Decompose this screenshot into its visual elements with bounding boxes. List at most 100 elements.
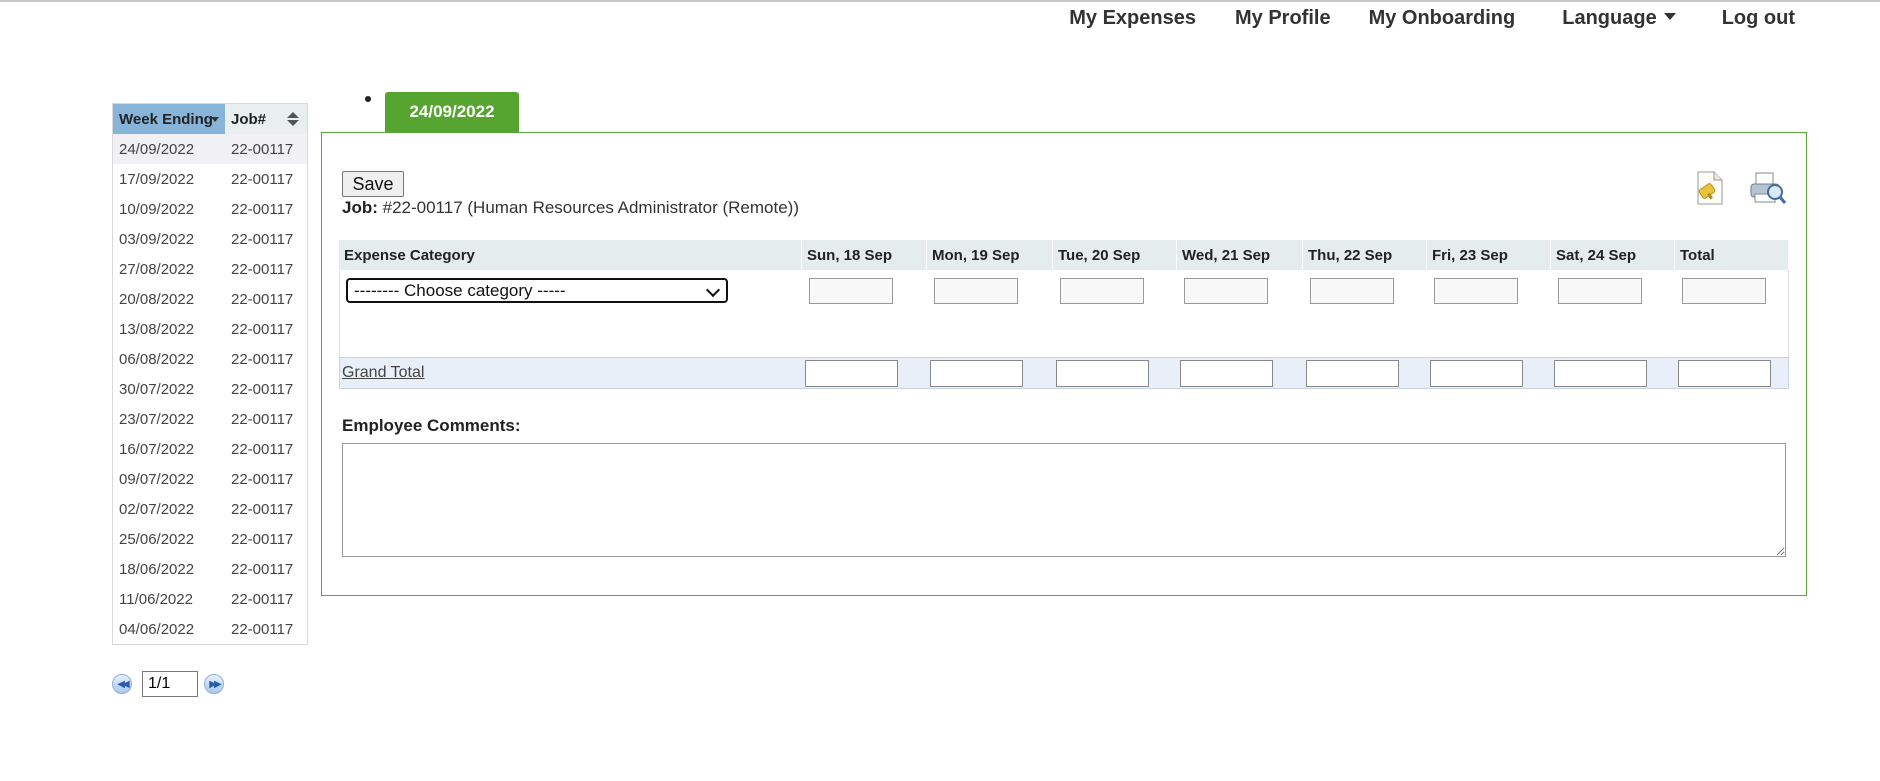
category-select[interactable]: -------- Choose category -----	[346, 278, 728, 303]
job-number-cell: 22-00117	[231, 200, 294, 218]
expense-grid-header: Expense Category Sun, 18 Sep Mon, 19 Sep Tu…	[339, 240, 1789, 270]
job-number-cell: 22-00117	[231, 410, 294, 428]
week-list-row[interactable]: 06/08/2022 22-00117	[113, 344, 307, 374]
fri-grand-total-input[interactable]	[1430, 360, 1523, 387]
week-list-row[interactable]: 17/09/2022 22-00117	[113, 164, 307, 194]
sat-amount-input[interactable]	[1558, 278, 1642, 304]
week-ending-cell: 10/09/2022	[119, 200, 195, 218]
sun-grand-total-input[interactable]	[805, 360, 898, 387]
sat-grand-total-input[interactable]	[1554, 360, 1647, 387]
expense-grid: Expense Category Sun, 18 Sep Mon, 19 Sep Tu…	[339, 240, 1789, 389]
week-ending-cell: 06/08/2022	[119, 350, 195, 368]
thu-grand-total-input[interactable]	[1306, 360, 1399, 387]
job-number-cell: 22-00117	[231, 350, 294, 368]
sort-both-icon	[287, 112, 299, 126]
job-number-cell: 22-00117	[231, 230, 294, 248]
nav-my-expenses[interactable]: My Expenses	[1069, 7, 1196, 30]
sort-desc-icon	[211, 117, 219, 122]
column-sun: Sun, 18 Sep	[802, 240, 927, 270]
week-list: Week Ending Job# 24/09/2022 22-00117 17/09…	[112, 103, 308, 645]
last-page-icon[interactable]: ▶▶	[204, 674, 224, 694]
week-list-row[interactable]: 11/06/2022 22-00117	[113, 584, 307, 614]
nav-my-onboarding[interactable]: My Onboarding	[1369, 7, 1516, 30]
column-job-number[interactable]: Job#	[225, 104, 307, 134]
job-number-cell: 22-00117	[231, 590, 294, 608]
week-list-row[interactable]: 30/07/2022 22-00117	[113, 374, 307, 404]
column-week-ending-label: Week Ending	[119, 110, 213, 128]
week-ending-cell: 04/06/2022	[119, 620, 195, 638]
week-list-row[interactable]: 04/06/2022 22-00117	[113, 614, 307, 644]
tab-bullet	[365, 96, 371, 102]
week-list-row[interactable]: 27/08/2022 22-00117	[113, 254, 307, 284]
week-ending-cell: 30/07/2022	[119, 380, 195, 398]
thu-amount-input[interactable]	[1310, 278, 1394, 304]
nav-my-profile[interactable]: My Profile	[1235, 7, 1331, 30]
job-number-cell: 22-00117	[231, 320, 294, 338]
column-sat: Sat, 24 Sep	[1551, 240, 1675, 270]
tue-amount-input[interactable]	[1060, 278, 1144, 304]
week-ending-cell: 24/09/2022	[119, 140, 195, 158]
top-rule	[0, 0, 1880, 2]
print-preview-icon[interactable]	[1749, 170, 1787, 206]
week-list-row[interactable]: 10/09/2022 22-00117	[113, 194, 307, 224]
page-input[interactable]	[142, 671, 198, 697]
job-number-cell: 22-00117	[231, 530, 294, 548]
week-list-row[interactable]: 20/08/2022 22-00117	[113, 284, 307, 314]
job-number-cell: 22-00117	[231, 290, 294, 308]
expense-note-icon[interactable]	[1694, 170, 1724, 206]
job-info: Job: #22-00117 (Human Resources Administ…	[342, 198, 799, 218]
top-nav: My Expenses My Profile My Onboarding Lan…	[1069, 7, 1795, 30]
week-list-row[interactable]: 13/08/2022 22-00117	[113, 314, 307, 344]
job-value: #22-00117 (Human Resources Administrator…	[382, 198, 799, 217]
week-ending-cell: 18/06/2022	[119, 560, 195, 578]
sun-amount-input[interactable]	[809, 278, 893, 304]
week-list-row[interactable]: 02/07/2022 22-00117	[113, 494, 307, 524]
total-grand-total-input[interactable]	[1678, 360, 1771, 387]
expense-row: -------- Choose category -----	[339, 270, 1789, 357]
nav-language-label: Language	[1562, 7, 1657, 29]
job-number-cell: 22-00117	[231, 170, 294, 188]
tue-grand-total-input[interactable]	[1056, 360, 1149, 387]
job-number-cell: 22-00117	[231, 620, 294, 638]
column-mon: Mon, 19 Sep	[927, 240, 1053, 270]
job-number-cell: 22-00117	[231, 380, 294, 398]
employee-comments-textarea[interactable]	[342, 443, 1786, 557]
total-amount-input[interactable]	[1682, 278, 1766, 304]
week-list-header: Week Ending Job#	[113, 104, 307, 134]
fri-amount-input[interactable]	[1434, 278, 1518, 304]
week-list-row[interactable]: 25/06/2022 22-00117	[113, 524, 307, 554]
week-ending-cell: 13/08/2022	[119, 320, 195, 338]
job-number-cell: 22-00117	[231, 260, 294, 278]
column-total: Total	[1675, 240, 1789, 270]
week-ending-cell: 23/07/2022	[119, 410, 195, 428]
mon-amount-input[interactable]	[934, 278, 1018, 304]
nav-log-out[interactable]: Log out	[1722, 7, 1795, 30]
job-number-cell: 22-00117	[231, 470, 294, 488]
week-list-row[interactable]: 03/09/2022 22-00117	[113, 224, 307, 254]
column-week-ending[interactable]: Week Ending	[113, 104, 225, 134]
wed-amount-input[interactable]	[1184, 278, 1268, 304]
job-label: Job:	[342, 198, 378, 217]
week-list-row[interactable]: 09/07/2022 22-00117	[113, 464, 307, 494]
wed-grand-total-input[interactable]	[1180, 360, 1273, 387]
column-tue: Tue, 20 Sep	[1053, 240, 1177, 270]
job-number-cell: 22-00117	[231, 560, 294, 578]
week-ending-cell: 20/08/2022	[119, 290, 195, 308]
caret-down-icon	[1663, 13, 1676, 21]
pager: ◀◀ ▶▶	[112, 671, 224, 697]
column-expense-category: Expense Category	[339, 240, 802, 270]
mon-grand-total-input[interactable]	[930, 360, 1023, 387]
first-page-icon[interactable]: ◀◀	[112, 674, 132, 694]
week-ending-cell: 02/07/2022	[119, 500, 195, 518]
comments-label: Employee Comments:	[342, 416, 521, 435]
week-list-row[interactable]: 23/07/2022 22-00117	[113, 404, 307, 434]
week-list-row[interactable]: 24/09/2022 22-00117	[113, 134, 307, 164]
grand-total-link[interactable]: Grand Total	[342, 364, 424, 382]
week-list-row[interactable]: 16/07/2022 22-00117	[113, 434, 307, 464]
tab-week[interactable]: 24/09/2022	[385, 92, 519, 132]
column-fri: Fri, 23 Sep	[1427, 240, 1551, 270]
nav-language[interactable]: Language	[1562, 7, 1676, 30]
save-button[interactable]: Save	[342, 171, 404, 197]
category-select-value: -------- Choose category -----	[354, 280, 566, 300]
week-list-row[interactable]: 18/06/2022 22-00117	[113, 554, 307, 584]
